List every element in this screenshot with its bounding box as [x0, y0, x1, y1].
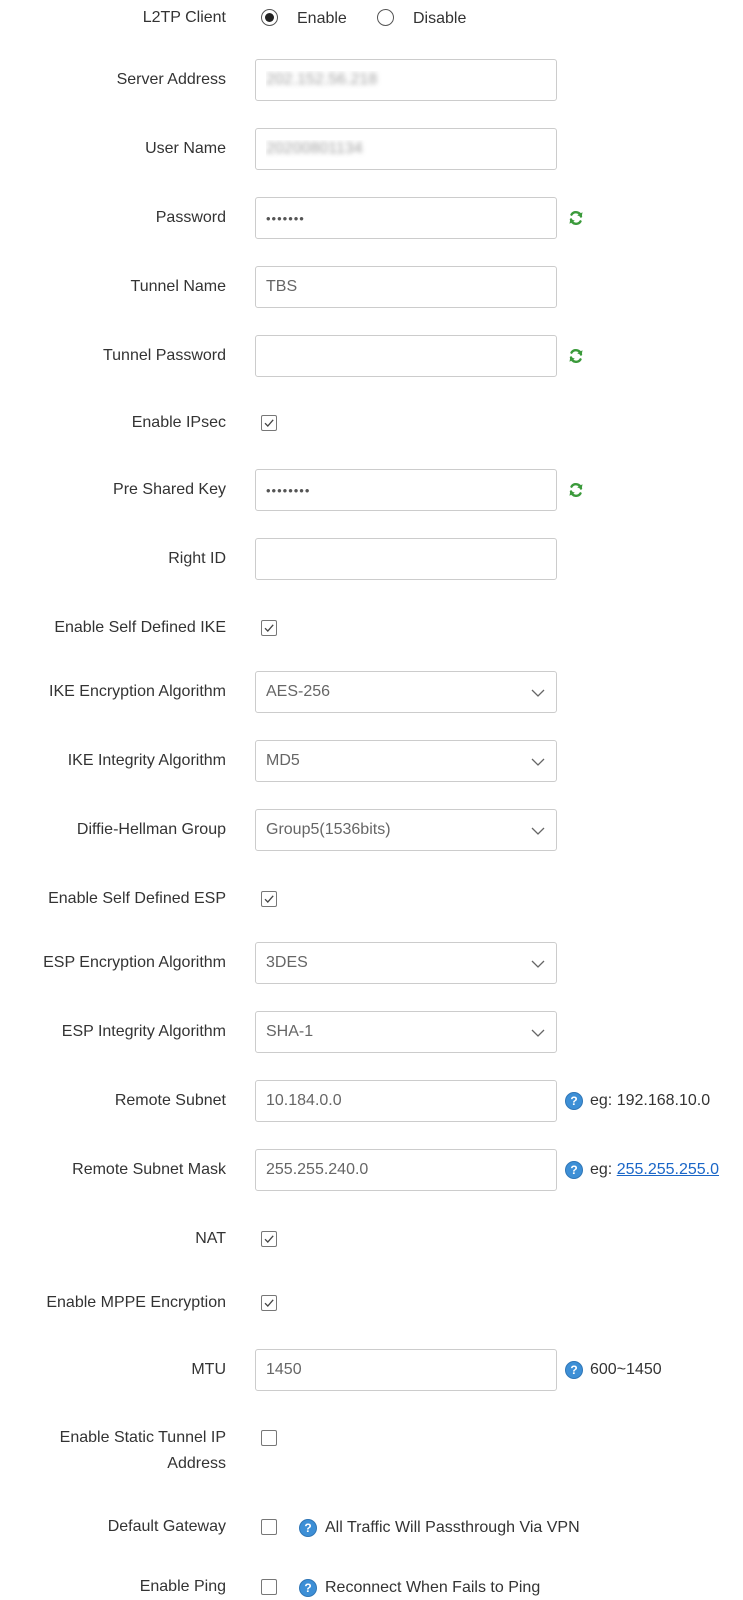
right-id-label: Right ID	[168, 550, 226, 567]
check-icon	[264, 895, 274, 903]
check-icon	[264, 1299, 274, 1307]
chevron-down-icon	[531, 1029, 545, 1037]
password-label: Password	[155, 209, 226, 226]
server-address-label: Server Address	[116, 71, 226, 88]
l2tp-enable-label[interactable]: Enable	[297, 9, 347, 29]
tunnel-name-input[interactable]	[255, 266, 557, 308]
esp-encryption-select[interactable]: 3DES	[255, 942, 557, 984]
refresh-icon[interactable]	[568, 210, 584, 226]
help-icon[interactable]: ?	[565, 1361, 583, 1379]
help-icon[interactable]: ?	[565, 1092, 583, 1110]
refresh-icon[interactable]	[568, 348, 584, 364]
dh-group-selected-value: Group5(1536bits)	[266, 821, 391, 838]
ike-integrity-selected-value: MD5	[266, 752, 300, 769]
enable-ipsec-label: Enable IPsec	[131, 414, 226, 431]
tunnel-password-label: Tunnel Password	[102, 347, 226, 364]
chevron-down-icon	[531, 960, 545, 968]
esp-integrity-selected-value: SHA-1	[266, 1023, 314, 1040]
check-icon	[264, 419, 274, 427]
user-name-input[interactable]	[255, 128, 557, 170]
ike-integrity-select[interactable]: MD5	[255, 740, 557, 782]
default-gateway-label: Default Gateway	[107, 1518, 226, 1535]
refresh-icon[interactable]	[568, 482, 584, 498]
chevron-down-icon	[531, 827, 545, 835]
enable-self-defined-esp-checkbox[interactable]	[261, 891, 277, 907]
dh-group-label: Diffie-Hellman Group	[76, 821, 226, 838]
remote-subnet-hint: eg: 192.168.10.0	[590, 1092, 711, 1109]
enable-self-defined-ike-label: Enable Self Defined IKE	[54, 619, 226, 636]
help-icon[interactable]: ?	[565, 1161, 583, 1179]
help-icon[interactable]: ?	[299, 1519, 317, 1537]
ike-encryption-selected-value: AES-256	[266, 683, 331, 700]
default-gateway-checkbox[interactable]	[261, 1519, 277, 1535]
remote-subnet-input[interactable]	[255, 1080, 557, 1122]
mtu-hint: 600~1450	[590, 1361, 662, 1378]
enable-ping-label: Enable Ping	[139, 1578, 226, 1595]
l2tp-disable-radio[interactable]	[377, 9, 394, 26]
mtu-input[interactable]	[255, 1349, 557, 1391]
remote-subnet-mask-label: Remote Subnet Mask	[72, 1161, 226, 1178]
l2tp-enable-radio[interactable]	[261, 9, 278, 26]
ike-encryption-select[interactable]: AES-256	[255, 671, 557, 713]
enable-static-tunnel-ip-label: Enable Static Tunnel IP Address	[59, 1429, 226, 1472]
enable-ipsec-checkbox[interactable]	[261, 415, 277, 431]
remote-subnet-mask-hint: eg: 255.255.255.0	[590, 1160, 719, 1180]
help-icon[interactable]: ?	[299, 1579, 317, 1597]
pre-shared-key-input[interactable]	[255, 469, 557, 511]
tunnel-password-input[interactable]	[255, 335, 557, 377]
check-icon	[264, 624, 274, 632]
right-id-input[interactable]	[255, 538, 557, 580]
pre-shared-key-label: Pre Shared Key	[113, 481, 226, 498]
enable-self-defined-ike-checkbox[interactable]	[261, 620, 277, 636]
server-address-input[interactable]	[255, 59, 557, 101]
enable-static-tunnel-ip-checkbox[interactable]	[261, 1430, 277, 1446]
nat-checkbox[interactable]	[261, 1231, 277, 1247]
l2tp-disable-label[interactable]: Disable	[413, 9, 466, 29]
mtu-label: MTU	[191, 1361, 226, 1378]
user-name-label: User Name	[145, 140, 226, 157]
nat-label: NAT	[195, 1230, 226, 1247]
ike-encryption-label: IKE Encryption Algorithm	[49, 683, 226, 700]
password-input[interactable]	[255, 197, 557, 239]
dh-group-select[interactable]: Group5(1536bits)	[255, 809, 557, 851]
esp-encryption-selected-value: 3DES	[266, 954, 308, 971]
enable-ping-checkbox[interactable]	[261, 1579, 277, 1595]
check-icon	[264, 1235, 274, 1243]
enable-ping-hint: Reconnect When Fails to Ping	[325, 1579, 541, 1596]
tunnel-name-label: Tunnel Name	[130, 278, 226, 295]
chevron-down-icon	[531, 689, 545, 697]
ike-integrity-label: IKE Integrity Algorithm	[67, 752, 226, 769]
enable-self-defined-esp-label: Enable Self Defined ESP	[48, 890, 226, 907]
radio-selected-dot	[265, 13, 274, 22]
esp-encryption-label: ESP Encryption Algorithm	[43, 954, 226, 971]
remote-subnet-label: Remote Subnet	[114, 1092, 226, 1109]
default-gateway-hint: All Traffic Will Passthrough Via VPN	[325, 1519, 580, 1536]
remote-subnet-mask-input[interactable]	[255, 1149, 557, 1191]
example-mask-link[interactable]: 255.255.255.0	[617, 1161, 719, 1178]
l2tp-client-label: L2TP Client	[142, 9, 226, 26]
esp-integrity-label: ESP Integrity Algorithm	[61, 1023, 226, 1040]
esp-integrity-select[interactable]: SHA-1	[255, 1011, 557, 1053]
chevron-down-icon	[531, 758, 545, 766]
hint-prefix: eg:	[590, 1161, 617, 1178]
enable-mppe-label: Enable MPPE Encryption	[46, 1294, 226, 1311]
enable-mppe-checkbox[interactable]	[261, 1295, 277, 1311]
